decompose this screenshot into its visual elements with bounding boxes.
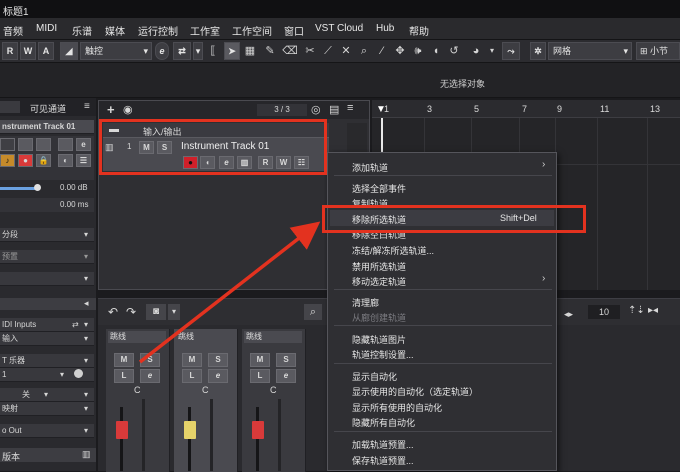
annotation-arrow (138, 221, 321, 364)
